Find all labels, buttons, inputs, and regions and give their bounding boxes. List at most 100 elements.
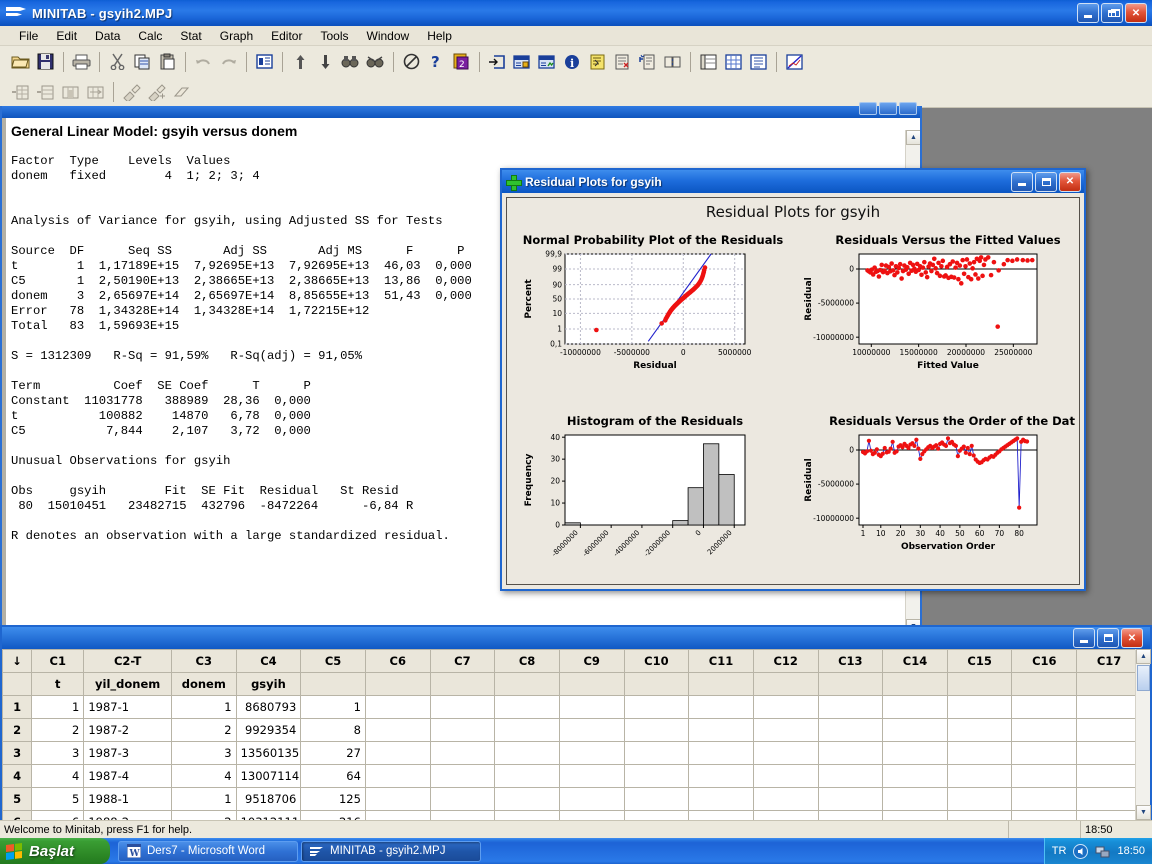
worksheet-column-header-c4[interactable]: C4: [235, 649, 302, 673]
worksheet-cell[interactable]: [623, 764, 690, 788]
worksheet-cell[interactable]: [882, 695, 948, 719]
session-close-button[interactable]: [899, 102, 917, 115]
worksheet-cell[interactable]: [882, 764, 948, 788]
session-titlebar[interactable]: [2, 102, 920, 118]
worksheet-cell[interactable]: 27: [300, 741, 366, 765]
worksheet-cell[interactable]: [882, 741, 948, 765]
worksheet-cell[interactable]: [882, 787, 948, 811]
worksheet-cell[interactable]: [429, 810, 496, 820]
taskbar-item-minitab[interactable]: MINITAB - gsyih2.MPJ: [301, 840, 481, 862]
worksheet-cell[interactable]: [494, 695, 560, 719]
worksheet-cell[interactable]: 64: [300, 764, 366, 788]
worksheet-cell[interactable]: [364, 718, 431, 742]
worksheet-row-header[interactable]: 4: [2, 764, 33, 788]
worksheet-cell[interactable]: [558, 787, 625, 811]
menu-calc[interactable]: Calc: [129, 28, 171, 44]
worksheet-cell[interactable]: [494, 741, 560, 765]
cut-scissors-icon[interactable]: [105, 50, 129, 74]
menu-tools[interactable]: Tools: [311, 28, 357, 44]
worksheet-cell[interactable]: 216: [300, 810, 366, 820]
report-pad-icon[interactable]: [610, 50, 634, 74]
worksheet-maximize-button[interactable]: [1097, 628, 1119, 648]
worksheet-cell[interactable]: [1011, 695, 1078, 719]
worksheet-titlebar[interactable]: ✕: [2, 627, 1150, 649]
worksheet-cell[interactable]: 13560135: [235, 741, 302, 765]
worksheet-body[interactable]: t yil_donem donem gsyih 1 1 1987-1 1 8680793 1 2 2 1…: [2, 672, 1142, 820]
worksheet-cell[interactable]: [494, 718, 560, 742]
worksheet-cell[interactable]: [817, 718, 884, 742]
move-up-icon[interactable]: [288, 50, 312, 74]
worksheet-column-name-14[interactable]: [882, 672, 948, 696]
worksheet-cell[interactable]: 1987-1: [83, 695, 172, 719]
save-icon[interactable]: [33, 50, 57, 74]
session-minimize-button[interactable]: [859, 102, 877, 115]
worksheet-cell[interactable]: 3: [170, 741, 237, 765]
worksheet-cell[interactable]: [1076, 741, 1142, 765]
worksheet-cell[interactable]: [364, 787, 431, 811]
worksheet-cell[interactable]: 3: [31, 741, 85, 765]
start-button[interactable]: Başlat: [0, 838, 110, 864]
worksheet-cell[interactable]: 1987-4: [83, 764, 172, 788]
worksheet-cell[interactable]: [688, 695, 754, 719]
worksheet-cell[interactable]: 9518706: [235, 787, 302, 811]
worksheet-cell[interactable]: 1987-2: [83, 718, 172, 742]
worksheet-column-name-11[interactable]: [688, 672, 754, 696]
table-row[interactable]: 2 2 1987-2 2 9929354 8: [2, 718, 1142, 742]
worksheet-cell[interactable]: [752, 810, 819, 820]
session-scroll-up-button[interactable]: ▲: [906, 130, 920, 145]
worksheet-column-name-8[interactable]: [494, 672, 560, 696]
worksheet-cell[interactable]: [429, 718, 496, 742]
worksheet-row-header[interactable]: 6: [2, 810, 33, 820]
worksheet-cell[interactable]: [817, 695, 884, 719]
worksheet-cell[interactable]: [623, 787, 690, 811]
worksheet-row-header[interactable]: 5: [2, 787, 33, 811]
grid-icon[interactable]: [721, 50, 745, 74]
worksheet-row-header[interactable]: 3: [2, 741, 33, 765]
worksheet-cell[interactable]: [1011, 787, 1078, 811]
worksheet-cell[interactable]: [817, 764, 884, 788]
find-replace-icon[interactable]: [363, 50, 387, 74]
worksheet-cell[interactable]: [946, 741, 1013, 765]
worksheet-cell[interactable]: [817, 810, 884, 820]
session-window-icon[interactable]: [252, 50, 276, 74]
worksheet-cell[interactable]: [1076, 695, 1142, 719]
worksheet-column-header-c7[interactable]: C7: [429, 649, 496, 673]
worksheet-vertical-scrollbar[interactable]: ▲ ▼: [1135, 649, 1151, 820]
worksheet-column-header-c1[interactable]: C1: [31, 649, 85, 673]
worksheet-cell[interactable]: [882, 718, 948, 742]
volume-icon[interactable]: [1073, 843, 1089, 859]
app-minimize-button[interactable]: [1077, 3, 1099, 23]
worksheet-cell[interactable]: [558, 695, 625, 719]
worksheet-cell[interactable]: 1988-2: [83, 810, 172, 820]
worksheet-column-header-c17[interactable]: C17: [1076, 649, 1142, 673]
worksheet-column-header-c5[interactable]: C5: [300, 649, 366, 673]
worksheet-cell[interactable]: [623, 810, 690, 820]
menu-graph[interactable]: Graph: [211, 28, 262, 44]
worksheet-cell[interactable]: [1011, 718, 1078, 742]
worksheet-cell[interactable]: [1076, 787, 1142, 811]
worksheet-cell[interactable]: 125: [300, 787, 366, 811]
worksheet-cell[interactable]: 13007114: [235, 764, 302, 788]
graph-titlebar[interactable]: Residual Plots for gsyih ✕: [502, 170, 1084, 193]
worksheet-column-name-7[interactable]: [429, 672, 496, 696]
move-down-icon[interactable]: [313, 50, 337, 74]
worksheet-cell[interactable]: 8: [300, 718, 366, 742]
zoom-page-icon[interactable]: 2: [449, 50, 473, 74]
worksheet-column-name-17[interactable]: [1076, 672, 1142, 696]
worksheet-cell[interactable]: [1076, 718, 1142, 742]
worksheet-cell[interactable]: [1011, 764, 1078, 788]
worksheet-close-button[interactable]: ✕: [1121, 628, 1143, 648]
worksheet-cell[interactable]: 8680793: [235, 695, 302, 719]
worksheet-cell[interactable]: [688, 741, 754, 765]
project-manager-icon[interactable]: [510, 50, 534, 74]
worksheet-column-name-2[interactable]: yil_donem: [83, 672, 172, 696]
find-binoculars-icon[interactable]: [338, 50, 362, 74]
worksheet-cell[interactable]: [429, 787, 496, 811]
table-row[interactable]: 661988-2210312111216: [2, 810, 1142, 820]
worksheet-cell[interactable]: [688, 764, 754, 788]
worksheet-column-name-3[interactable]: donem: [170, 672, 237, 696]
worksheet-cell[interactable]: [752, 741, 819, 765]
worksheet-column-header-c2-t[interactable]: C2-T: [83, 649, 172, 673]
worksheet-cell[interactable]: [688, 810, 754, 820]
worksheet-cell[interactable]: [494, 787, 560, 811]
